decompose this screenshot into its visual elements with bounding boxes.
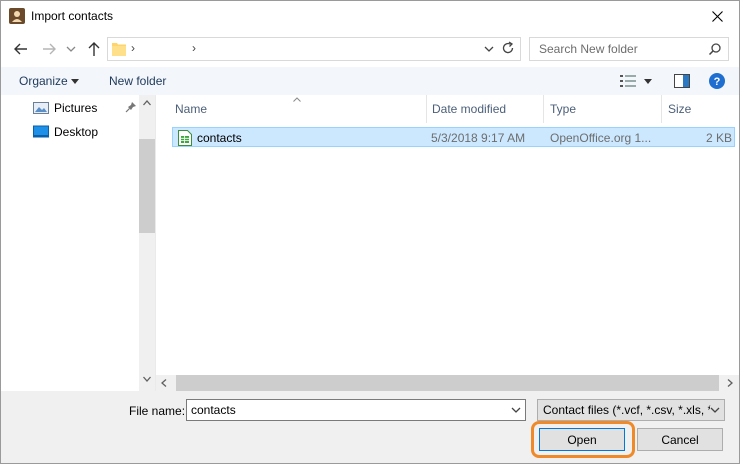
scroll-up-icon[interactable]	[143, 100, 151, 106]
column-header-size[interactable]: Size	[668, 95, 691, 123]
sort-ascending-icon	[293, 97, 301, 102]
file-type: OpenOffice.org 1...	[550, 131, 652, 145]
column-header-name[interactable]: Name	[175, 95, 207, 123]
scroll-left-icon[interactable]	[161, 379, 167, 387]
pin-icon[interactable]	[125, 101, 137, 113]
file-type-filter-value[interactable]: Contact files (*.vcf, *.csv, *.xls, *	[543, 403, 712, 417]
organize-menu-button[interactable]: Organize	[19, 74, 68, 88]
folder-icon	[112, 43, 126, 56]
pictures-icon	[33, 102, 49, 114]
navigation-scrollbar[interactable]	[139, 95, 155, 391]
chevron-down-icon[interactable]	[511, 406, 521, 414]
change-view-icon[interactable]	[620, 74, 636, 88]
file-name-input[interactable]: contacts	[186, 399, 526, 421]
file-size: 2 KB	[705, 131, 732, 145]
sidebar-item-desktop[interactable]: Desktop	[33, 123, 98, 141]
address-dropdown-icon[interactable]	[483, 43, 495, 55]
file-name-value[interactable]: contacts	[191, 403, 236, 417]
import-contacts-dialog: Import contacts › › Search New folder Or…	[0, 0, 740, 464]
breadcrumb-chevron[interactable]: ›	[192, 41, 196, 55]
spreadsheet-file-icon	[178, 130, 192, 146]
scroll-down-icon[interactable]	[143, 376, 151, 382]
file-name: contacts	[197, 131, 242, 145]
window-title: Import contacts	[31, 9, 114, 23]
dialog-footer: File name: contacts Contact files (*.vcf…	[1, 391, 739, 463]
caret-down-icon[interactable]	[71, 79, 79, 84]
sidebar-item-label: Pictures	[54, 101, 98, 115]
navigation-pane: Pictures Desktop	[1, 95, 156, 391]
forward-arrow-icon[interactable]	[39, 39, 59, 59]
file-date-modified: 5/3/2018 9:17 AM	[431, 131, 526, 145]
chevron-down-icon[interactable]	[710, 406, 720, 414]
title-bar: Import contacts	[1, 1, 739, 31]
column-header-date-modified[interactable]: Date modified	[432, 95, 506, 123]
command-bar: Organize New folder ?	[1, 67, 739, 95]
close-button[interactable]	[695, 1, 739, 31]
search-icon[interactable]	[708, 42, 722, 56]
file-name-label: File name:	[129, 404, 186, 418]
help-icon[interactable]: ?	[709, 73, 725, 89]
column-divider[interactable]	[426, 95, 427, 123]
column-header-type[interactable]: Type	[550, 95, 576, 123]
new-folder-button[interactable]: New folder	[109, 74, 166, 88]
close-icon	[711, 10, 723, 22]
open-button[interactable]: Open	[539, 428, 625, 451]
breadcrumb-chevron[interactable]: ›	[131, 41, 135, 55]
up-arrow-icon[interactable]	[84, 39, 104, 59]
column-divider[interactable]	[543, 95, 544, 123]
desktop-icon	[33, 125, 49, 138]
file-row-contacts[interactable]: contacts 5/3/2018 9:17 AM OpenOffice.org…	[172, 127, 735, 147]
contacts-app-icon	[9, 8, 25, 24]
address-bar[interactable]: › ›	[107, 37, 521, 61]
view-options-caret-icon[interactable]	[644, 79, 652, 84]
sidebar-item-label: Desktop	[54, 125, 99, 139]
file-type-filter-select[interactable]: Contact files (*.vcf, *.csv, *.xls, *	[537, 399, 725, 421]
search-box[interactable]: Search New folder	[529, 37, 729, 61]
cancel-button[interactable]: Cancel	[637, 428, 723, 451]
preview-pane-icon[interactable]	[674, 74, 690, 88]
scrollbar-thumb[interactable]	[139, 139, 155, 233]
scrollbar-thumb[interactable]	[176, 375, 719, 391]
back-arrow-icon[interactable]	[11, 39, 31, 59]
recent-locations-chevron-icon[interactable]	[65, 41, 77, 57]
column-divider[interactable]	[661, 95, 662, 123]
file-list: Name Date modified Type Size contacts 5/…	[156, 95, 739, 375]
scroll-right-icon[interactable]	[727, 379, 733, 387]
horizontal-scrollbar[interactable]	[156, 375, 739, 391]
sidebar-item-pictures[interactable]: Pictures	[33, 99, 97, 117]
refresh-icon[interactable]	[501, 41, 515, 55]
svg-text:?: ?	[714, 76, 721, 88]
search-placeholder[interactable]: Search New folder	[539, 42, 638, 56]
